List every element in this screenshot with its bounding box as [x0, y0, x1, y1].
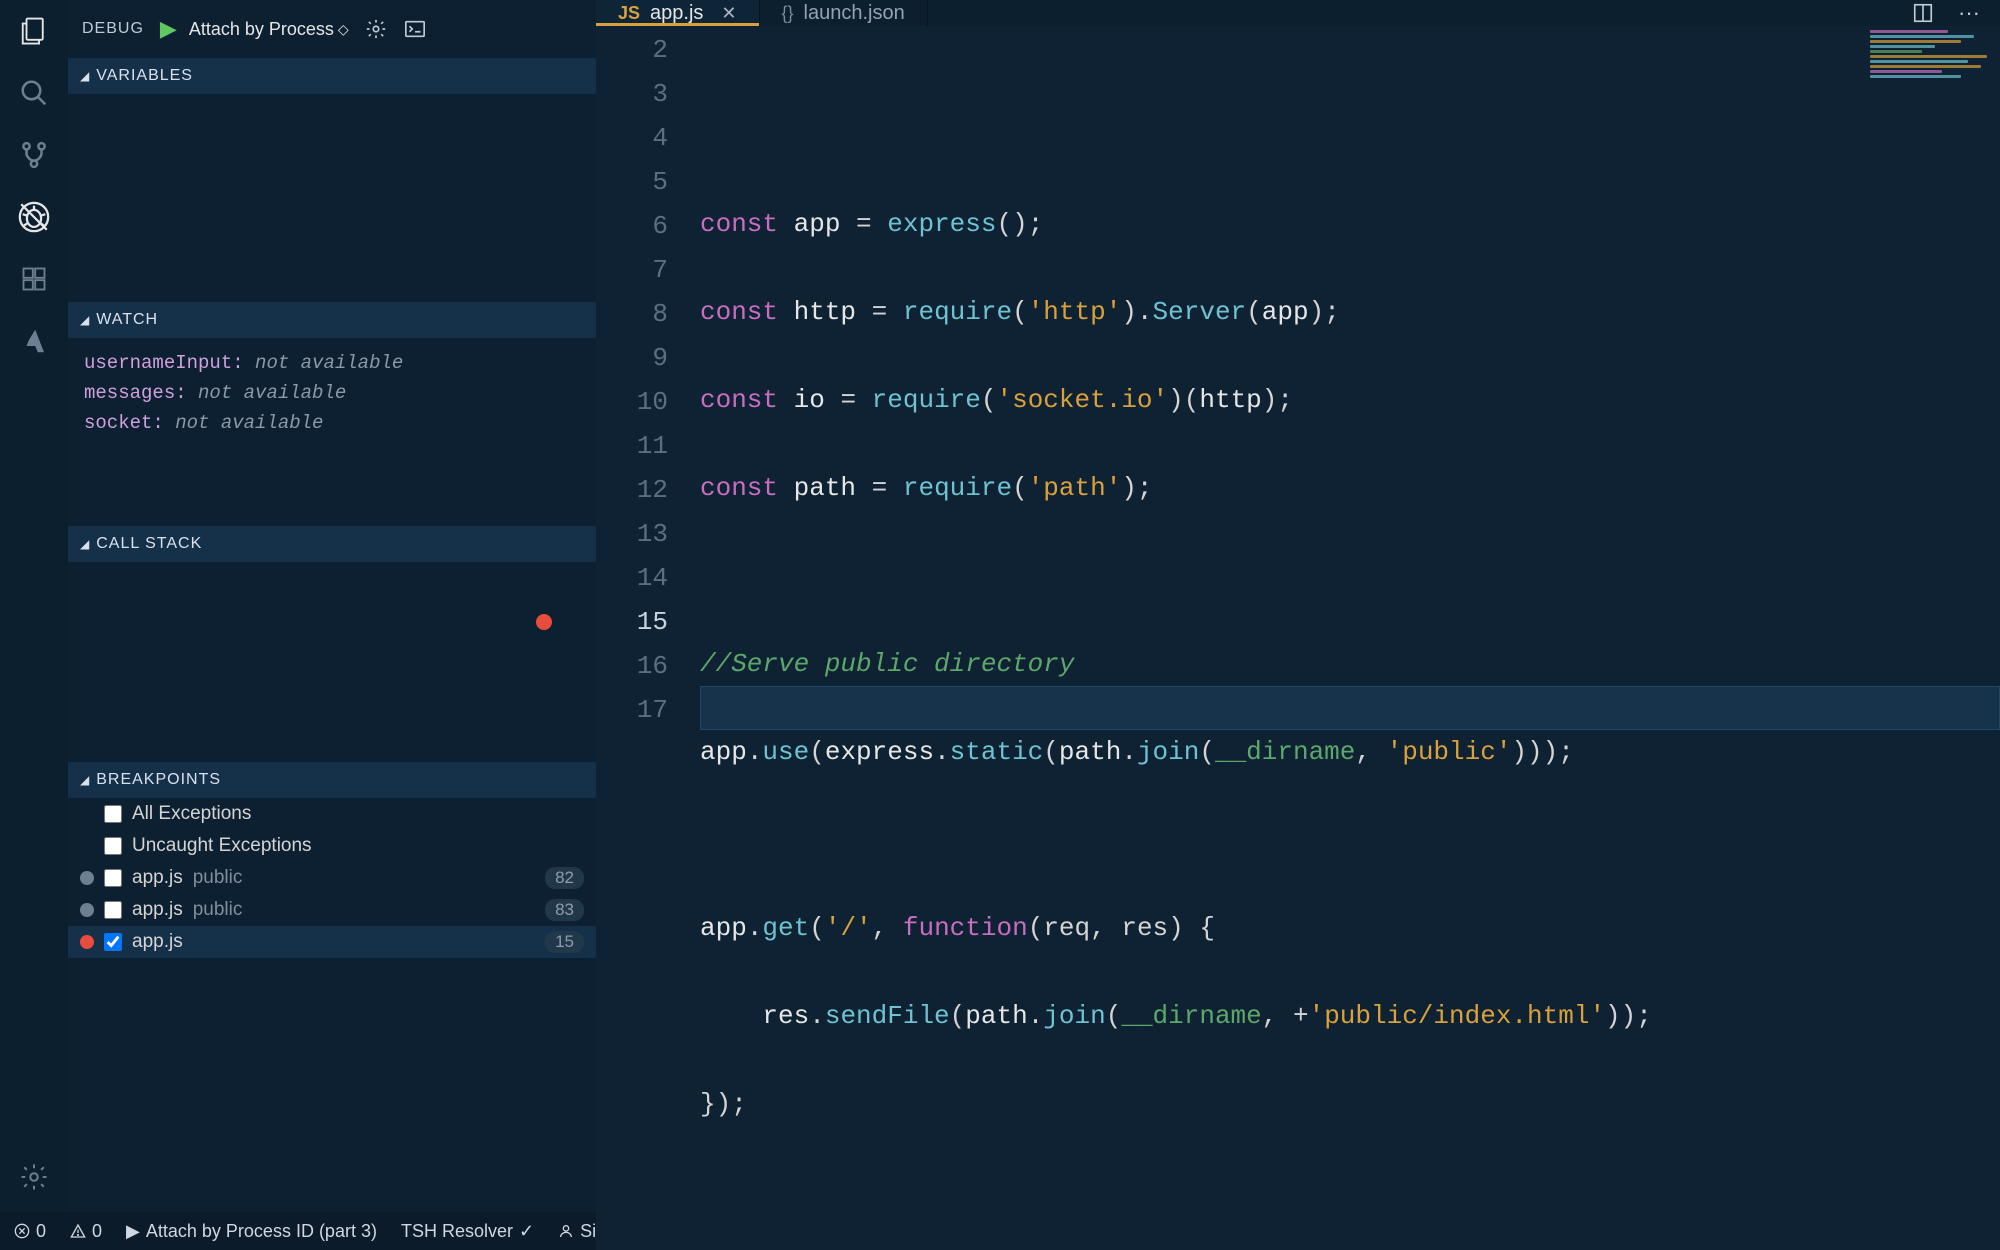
breakpoint-checkbox[interactable] [104, 869, 122, 887]
breakpoint-item[interactable]: app.js public 83 [68, 894, 596, 926]
search-icon[interactable] [17, 76, 51, 110]
azure-icon[interactable] [17, 324, 51, 358]
activity-bar [0, 0, 68, 1212]
watch-item[interactable]: messages: not available [84, 378, 580, 408]
line-gutter: 2 3 4 5 6 7 8 9 10 11 12 13 14 15 16 17 [596, 26, 686, 1250]
status-errors[interactable]: 0 [14, 1221, 46, 1242]
breakpoint-item[interactable]: app.js 15 [68, 926, 596, 958]
breakpoints-body: All Exceptions Uncaught Exceptions app.j… [68, 798, 596, 958]
callstack-section-header[interactable]: ◢CALL STACK [68, 526, 596, 562]
status-tsh-resolver[interactable]: TSH Resolver ✓ [401, 1221, 534, 1242]
json-file-icon: {} [782, 3, 794, 24]
debug-config-dropdown[interactable]: Attach by Process ◇ [189, 19, 349, 40]
callstack-body [68, 562, 596, 762]
status-warnings[interactable]: 0 [70, 1221, 102, 1242]
debug-side-panel: DEBUG ▶ Attach by Process ◇ ◢VARIABLES ◢… [68, 0, 596, 1212]
breakpoints-section-header[interactable]: ◢BREAKPOINTS [68, 762, 596, 798]
files-icon[interactable] [17, 14, 51, 48]
editor-column: JS app.js ✕ {} launch.json ··· 2 3 4 5 6… [596, 0, 2000, 1212]
breakpoint-checkbox[interactable] [104, 805, 122, 823]
settings-gear-icon[interactable] [17, 1160, 51, 1194]
watch-body: usernameInput: not available messages: n… [68, 338, 596, 526]
js-file-icon: JS [618, 3, 640, 24]
debug-settings-icon[interactable] [365, 18, 387, 40]
tab-app-js[interactable]: JS app.js ✕ [596, 0, 760, 26]
debug-label: DEBUG [82, 20, 144, 38]
breakpoint-gutter-dot-icon[interactable] [536, 614, 552, 630]
tab-label: launch.json [804, 2, 905, 25]
watch-item[interactable]: socket: not available [84, 408, 580, 438]
source-control-icon[interactable] [17, 138, 51, 172]
variables-section-header[interactable]: ◢VARIABLES [68, 58, 596, 94]
debug-icon[interactable] [17, 200, 51, 234]
debug-console-icon[interactable] [403, 18, 427, 40]
code-content[interactable]: const app = express(); const http = requ… [686, 26, 2000, 1250]
variables-body [68, 94, 596, 302]
tab-label: app.js [650, 2, 703, 25]
debug-toolbar: DEBUG ▶ Attach by Process ◇ [68, 0, 596, 58]
watch-section-header[interactable]: ◢WATCH [68, 302, 596, 338]
breakpoint-all-exceptions[interactable]: All Exceptions [68, 798, 596, 830]
more-icon[interactable]: ··· [1958, 0, 1980, 26]
start-debug-icon[interactable]: ▶ [160, 16, 177, 42]
tab-bar: JS app.js ✕ {} launch.json ··· [596, 0, 2000, 26]
tab-launch-json[interactable]: {} launch.json [760, 0, 928, 26]
breakpoint-item[interactable]: app.js public 82 [68, 862, 596, 894]
breakpoint-uncaught[interactable]: Uncaught Exceptions [68, 830, 596, 862]
code-editor[interactable]: 2 3 4 5 6 7 8 9 10 11 12 13 14 15 16 17 … [596, 26, 2000, 1250]
breakpoint-dot-icon [80, 935, 94, 949]
breakpoint-dot-icon [80, 871, 94, 885]
extensions-icon[interactable] [17, 262, 51, 296]
breakpoint-checkbox[interactable] [104, 933, 122, 951]
breakpoint-dot-icon [80, 903, 94, 917]
minimap[interactable] [1866, 28, 1996, 148]
breakpoint-checkbox[interactable] [104, 901, 122, 919]
status-debug-target[interactable]: ▶ Attach by Process ID (part 3) [126, 1221, 377, 1242]
watch-item[interactable]: usernameInput: not available [84, 348, 580, 378]
close-icon[interactable]: ✕ [721, 3, 736, 24]
breakpoint-checkbox[interactable] [104, 837, 122, 855]
split-editor-icon[interactable] [1912, 2, 1934, 24]
